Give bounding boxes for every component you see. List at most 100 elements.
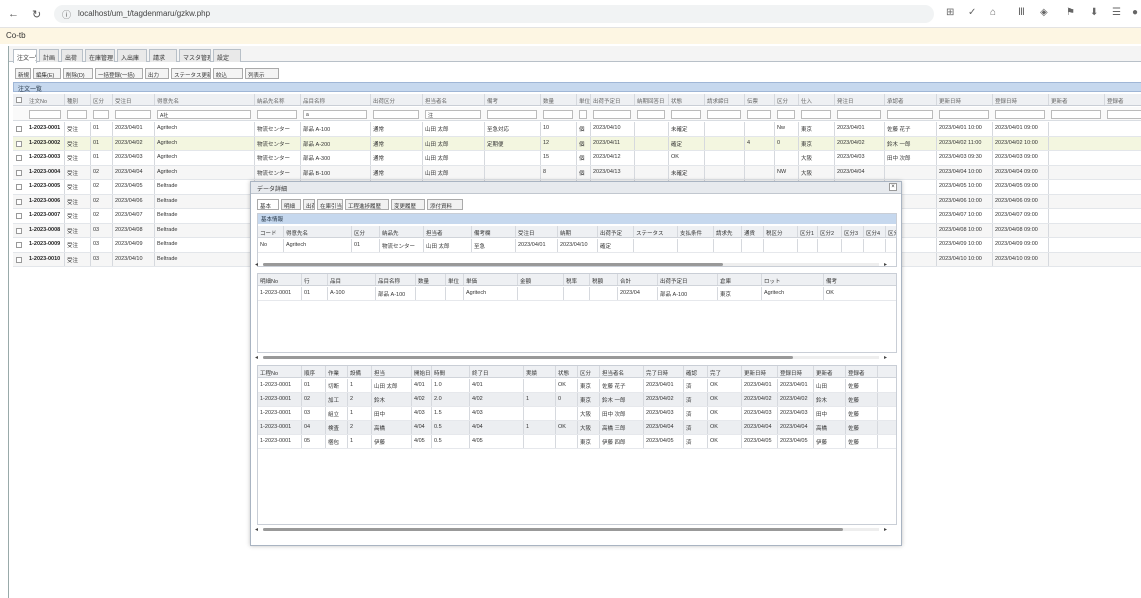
extension-icon[interactable]: ☰ <box>1112 7 1121 18</box>
column-header[interactable]: 受注日 <box>113 94 155 105</box>
column-header[interactable]: 区分5 <box>886 226 896 237</box>
filter-input[interactable] <box>887 110 933 119</box>
row-checkbox[interactable] <box>16 242 22 248</box>
column-header[interactable]: 得意先名 <box>155 94 255 105</box>
tab-8[interactable]: 設定 <box>213 49 241 62</box>
filter-input[interactable] <box>837 110 881 119</box>
column-header[interactable]: コード <box>258 226 284 237</box>
column-header[interactable]: 単価 <box>464 274 518 285</box>
column-header[interactable]: 担当者名 <box>423 94 485 105</box>
filter-input[interactable] <box>1051 110 1101 119</box>
column-header[interactable]: 区分 <box>91 94 113 105</box>
column-header[interactable]: 完了 <box>708 366 742 377</box>
extension-icon[interactable]: ⚑ <box>1066 7 1075 18</box>
extension-icon[interactable]: ✓ <box>968 7 976 18</box>
column-header[interactable]: 出荷予定日 <box>591 94 635 105</box>
modal-tab[interactable]: 基本 <box>257 199 279 210</box>
column-header[interactable]: 品目名称 <box>376 274 416 285</box>
column-header[interactable]: 開始日 <box>412 366 432 377</box>
column-header[interactable]: 順序 <box>302 366 326 377</box>
row-checkbox[interactable] <box>16 198 22 205</box>
column-header[interactable]: 合計 <box>618 274 658 285</box>
table-row[interactable]: 1-2023-0001 04 検査 2 高橋 4/04 0.5 4/04 1 OK 大阪 高橋 三郎 2… <box>258 421 896 435</box>
close-icon[interactable]: × <box>889 183 897 191</box>
filter-input[interactable] <box>593 110 631 119</box>
address-bar[interactable]: ⓘ localhost/um_t/tagdenmaru/gzkw.php <box>54 5 934 23</box>
tab-3[interactable]: 出荷 <box>61 49 83 62</box>
table-row[interactable]: No Agritech 01 物流センター 山田 太郎 至急 2023/04/01 2023/… <box>258 239 896 253</box>
extension-icon[interactable]: Ⅲ <box>1018 7 1025 18</box>
column-header[interactable]: 区分2 <box>818 226 842 237</box>
filter-input[interactable] <box>67 110 87 119</box>
column-header[interactable]: 数量 <box>416 274 446 285</box>
column-header[interactable]: 出荷区分 <box>371 94 423 105</box>
modal-tab[interactable]: 変更履歴 <box>391 199 425 210</box>
modal-tab[interactable]: 明細 <box>281 199 301 210</box>
modal-tab[interactable]: 添付資料 <box>427 199 463 210</box>
toolbar-button[interactable]: 削除(D) <box>63 68 93 79</box>
column-header[interactable]: 区分 <box>352 226 380 237</box>
extension-icon[interactable]: ⊞ <box>946 7 954 18</box>
tab-7[interactable]: マスタ管理 <box>179 49 211 62</box>
table-row[interactable]: 1-2023-0001 01 A-100 部品 A-100 Agritech 2023/0… <box>258 287 896 301</box>
filter-input[interactable] <box>671 110 701 119</box>
column-header[interactable]: 納期回答日 <box>635 94 669 105</box>
info-icon[interactable]: ⓘ <box>62 8 71 21</box>
tab-2[interactable]: 計画 <box>39 49 59 62</box>
table-row[interactable]: 1-2023-0004 受注 02 2023/04/04 Agritech 物流センター部… <box>13 165 1141 180</box>
column-header[interactable]: 更新者 <box>1049 94 1105 105</box>
filter-input[interactable]: a <box>303 110 367 119</box>
column-header[interactable]: 区分1 <box>798 226 818 237</box>
filter-input[interactable] <box>373 110 419 119</box>
modal-tab[interactable]: 工程進捗履歴 <box>345 199 389 210</box>
column-header[interactable]: 出荷予定日 <box>658 274 718 285</box>
modal-tab[interactable]: 出荷 <box>303 199 315 210</box>
column-header[interactable]: 担当者 <box>424 226 472 237</box>
tab-5[interactable]: 入出庫 <box>117 49 147 62</box>
column-header[interactable]: 請求締日 <box>705 94 745 105</box>
filter-input[interactable]: A社 <box>157 110 251 119</box>
row-checkbox[interactable] <box>16 184 22 190</box>
toolbar-button[interactable]: 出力 <box>145 68 169 79</box>
column-header[interactable]: 登録日時 <box>993 94 1049 105</box>
filter-input[interactable] <box>707 110 741 119</box>
tab-6[interactable]: 請求 <box>149 49 177 62</box>
column-header[interactable]: 区分 <box>775 94 799 105</box>
column-header[interactable]: 倉庫 <box>718 274 762 285</box>
column-header[interactable]: 注文No <box>27 94 65 105</box>
row-checkbox[interactable] <box>16 213 22 219</box>
column-header[interactable]: 請求先 <box>714 226 742 237</box>
table-row[interactable]: 1-2023-0002 受注 01 2023/04/02 Agritech 物流センター部… <box>13 136 1141 151</box>
column-header[interactable]: 区分 <box>578 366 600 377</box>
filter-input[interactable] <box>777 110 795 119</box>
toolbar-button[interactable]: 列表示 <box>245 68 279 79</box>
row-checkbox[interactable] <box>16 256 22 263</box>
filter-input[interactable] <box>801 110 831 119</box>
row-checkbox[interactable] <box>16 140 22 147</box>
column-header[interactable]: 得意先名 <box>284 226 352 237</box>
table-row[interactable]: 1-2023-0001 02 加工 2 鈴木 4/02 2.0 4/02 1 0 東京 鈴木 一郎 20… <box>258 393 896 407</box>
column-header[interactable]: ロット <box>762 274 824 285</box>
filter-input[interactable] <box>637 110 665 119</box>
reload-icon[interactable]: ↻ <box>32 8 41 21</box>
column-header[interactable]: 税区分 <box>764 226 798 237</box>
filter-input[interactable] <box>579 110 587 119</box>
column-header[interactable]: 数量 <box>541 94 577 105</box>
extension-icon[interactable]: ◈ <box>1040 7 1048 18</box>
scroll-right-icon[interactable]: ▸ <box>884 261 887 268</box>
column-header[interactable]: 時間 <box>432 366 470 377</box>
column-header[interactable]: 通貨 <box>742 226 764 237</box>
column-header[interactable]: 納品先 <box>380 226 424 237</box>
column-header[interactable]: 区分3 <box>842 226 864 237</box>
column-header[interactable]: 設備 <box>348 366 372 377</box>
column-header[interactable]: 状態 <box>556 366 578 377</box>
column-header[interactable]: 確認 <box>684 366 708 377</box>
table-row[interactable]: 1-2023-0001 03 組立 1 田中 4/03 1.5 4/03 大阪 田中 次郎 2023… <box>258 407 896 421</box>
filter-input[interactable] <box>1107 110 1141 119</box>
column-header[interactable]: 金額 <box>518 274 564 285</box>
column-header[interactable]: 工程No <box>258 366 302 377</box>
row-checkbox[interactable] <box>16 169 22 176</box>
column-header[interactable]: 作業 <box>326 366 348 377</box>
table-row[interactable]: 1-2023-0003 受注 01 2023/04/03 Agritech 物流センター部… <box>13 151 1141 166</box>
column-header[interactable]: 税額 <box>590 274 618 285</box>
